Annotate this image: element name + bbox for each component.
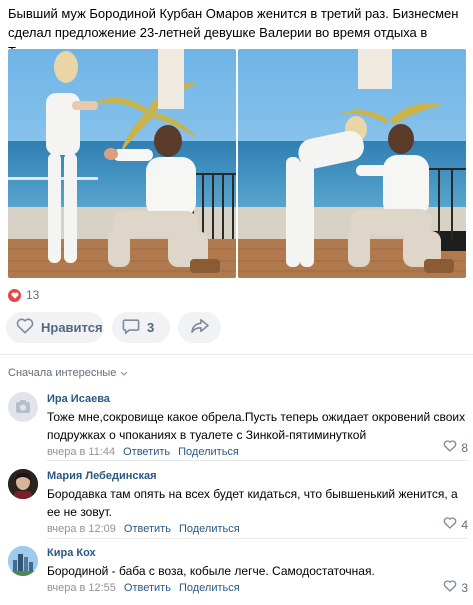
reply-link[interactable]: Ответить bbox=[123, 446, 170, 458]
heart-icon bbox=[8, 288, 21, 302]
avatar[interactable] bbox=[8, 392, 38, 422]
comment-like-button[interactable]: 8 bbox=[443, 440, 468, 455]
share-link[interactable]: Поделиться bbox=[179, 523, 240, 535]
share-arrow-icon bbox=[190, 318, 210, 337]
like-label: Нравится bbox=[41, 320, 103, 335]
heart-outline-icon bbox=[443, 580, 457, 595]
comment-body: Ира Исаева Тоже мне,сокровище какое обре… bbox=[47, 392, 467, 458]
comment-body: Мария Лебединская Бородавка там опять на… bbox=[47, 469, 467, 535]
like-button[interactable]: Нравится bbox=[6, 312, 104, 343]
comment-time[interactable]: вчера в 12:55 bbox=[47, 582, 116, 594]
comments-sort-dropdown[interactable]: Сначала интересные bbox=[8, 367, 128, 379]
comment-meta: вчера в 12:55 Ответить Поделиться bbox=[47, 582, 467, 594]
reply-link[interactable]: Ответить bbox=[124, 523, 171, 535]
comment-time[interactable]: вчера в 11:44 bbox=[47, 446, 115, 458]
comment-button[interactable]: 3 bbox=[112, 312, 170, 343]
avatar[interactable] bbox=[8, 469, 38, 499]
share-button[interactable] bbox=[178, 312, 221, 343]
comment-icon bbox=[122, 318, 140, 338]
comment-like-button[interactable]: 4 bbox=[443, 517, 468, 532]
comment-count: 3 bbox=[147, 320, 155, 335]
likes-summary[interactable]: 13 bbox=[8, 288, 39, 302]
likes-count: 13 bbox=[26, 288, 40, 302]
comment-like-count: 3 bbox=[461, 580, 468, 595]
post-photo-1[interactable] bbox=[8, 49, 236, 278]
comment-divider bbox=[47, 460, 467, 461]
camera-icon bbox=[16, 400, 30, 413]
avatar[interactable] bbox=[8, 546, 38, 576]
heart-outline-icon bbox=[443, 440, 457, 455]
comment-like-count: 4 bbox=[461, 517, 468, 532]
post-divider bbox=[0, 354, 473, 355]
comment-author[interactable]: Ира Исаева bbox=[47, 392, 467, 406]
comment-author[interactable]: Кира Кох bbox=[47, 546, 467, 560]
comment-like-count: 8 bbox=[461, 440, 468, 455]
comment-text: Бородиной - баба с воза, кобыле легче. С… bbox=[47, 564, 375, 578]
comment-divider bbox=[47, 538, 467, 539]
comment-time[interactable]: вчера в 12:09 bbox=[47, 523, 116, 535]
heart-outline-icon bbox=[16, 318, 34, 337]
reply-link[interactable]: Ответить bbox=[124, 582, 171, 594]
heart-outline-icon bbox=[443, 517, 457, 532]
comment-meta: вчера в 11:44 Ответить Поделиться bbox=[47, 446, 467, 458]
post-photo-2[interactable] bbox=[238, 49, 466, 278]
comment-author[interactable]: Мария Лебединская bbox=[47, 469, 467, 483]
comments-sort-label: Сначала интересные bbox=[8, 367, 117, 379]
comment-meta: вчера в 12:09 Ответить Поделиться bbox=[47, 523, 467, 535]
comment-text: Бородавка там опять на всех будет кидать… bbox=[47, 487, 458, 519]
share-link[interactable]: Поделиться bbox=[178, 446, 239, 458]
comment-like-button[interactable]: 3 bbox=[443, 580, 468, 595]
post-actions: Нравится 3 bbox=[6, 312, 221, 343]
share-link[interactable]: Поделиться bbox=[179, 582, 240, 594]
post-photos bbox=[8, 49, 466, 278]
comment-body: Кира Кох Бородиной - баба с воза, кобыле… bbox=[47, 546, 467, 594]
comment-text: Тоже мне,сокровище какое обрела.Пусть те… bbox=[47, 410, 466, 442]
chevron-down-icon bbox=[120, 367, 128, 379]
